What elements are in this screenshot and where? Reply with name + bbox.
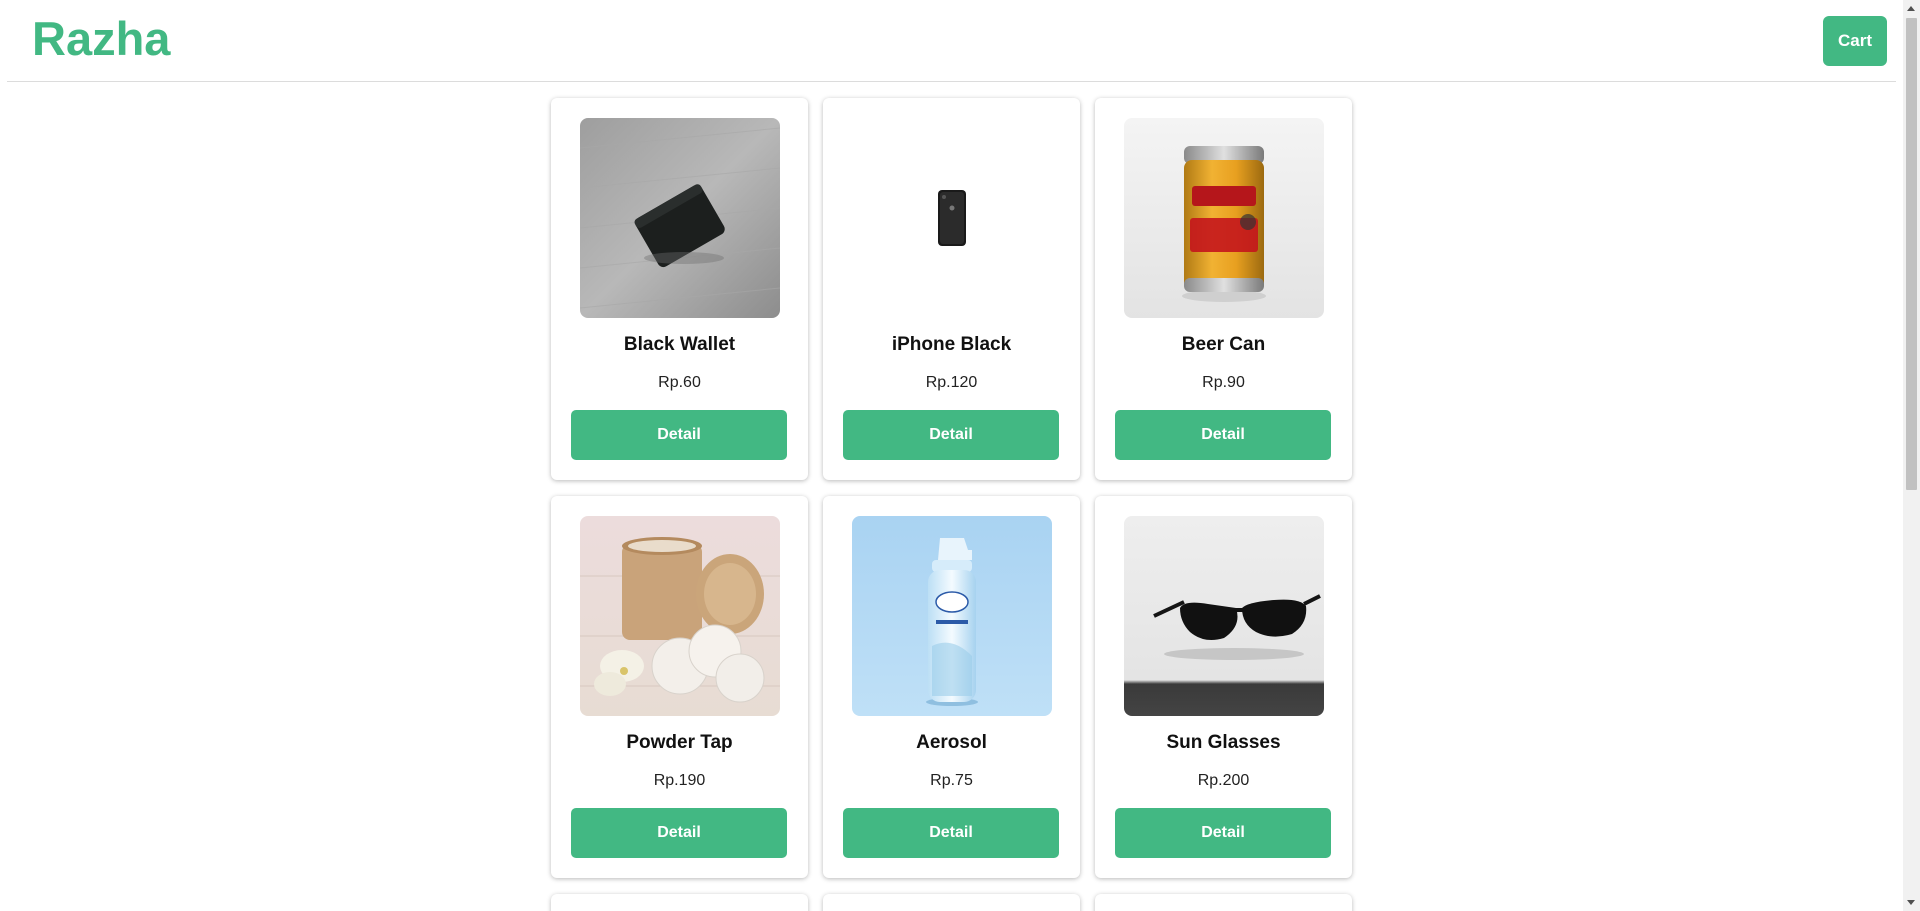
scroll-up-arrow-icon[interactable] [1907,6,1915,11]
product-grid: Black Wallet Rp.60 Detail iPhone Black R… [551,98,1354,911]
product-card-partial [823,894,1080,911]
product-card: iPhone Black Rp.120 Detail [823,98,1080,480]
product-image-phone [852,118,1052,318]
product-price: Rp.190 [653,772,706,789]
vertical-scrollbar[interactable] [1903,0,1920,911]
product-image-sunglasses [1124,516,1324,716]
detail-button[interactable]: Detail [571,808,787,858]
product-card: Beer Can Rp.90 Detail [1095,98,1352,480]
page: Razha Cart Black Wallet Rp.60 Detail iPh… [0,0,1920,911]
brand-logo[interactable]: Razha [32,10,170,68]
product-price: Rp.60 [658,374,701,391]
detail-button[interactable]: Detail [1115,808,1331,858]
top-navbar: Razha Cart [7,0,1896,82]
product-image-aerosol [852,516,1052,716]
product-name: Black Wallet [623,334,736,355]
product-name: Aerosol [916,732,987,753]
product-price: Rp.90 [1202,374,1245,391]
product-card: Sun Glasses Rp.200 Detail [1095,496,1352,878]
product-card: Aerosol Rp.75 Detail [823,496,1080,878]
scroll-down-arrow-icon[interactable] [1907,900,1915,905]
product-name: Powder Tap [626,732,733,753]
product-name: iPhone Black [891,334,1012,355]
product-card: Powder Tap Rp.190 Detail [551,496,808,878]
product-price: Rp.200 [1197,772,1250,789]
product-price: Rp.120 [925,374,978,391]
product-image-powder-tap [580,516,780,716]
product-card-partial [551,894,808,911]
product-image-beer-can [1124,118,1324,318]
product-image-wallet [580,118,780,318]
detail-button[interactable]: Detail [571,410,787,460]
product-card: Black Wallet Rp.60 Detail [551,98,808,480]
detail-button[interactable]: Detail [843,410,1059,460]
product-name: Beer Can [1181,334,1266,355]
product-price: Rp.75 [930,772,973,789]
detail-button[interactable]: Detail [843,808,1059,858]
product-card-partial [1095,894,1352,911]
product-name: Sun Glasses [1166,732,1281,753]
cart-button[interactable]: Cart [1823,16,1887,66]
scrollbar-thumb[interactable] [1906,18,1917,490]
detail-button[interactable]: Detail [1115,410,1331,460]
